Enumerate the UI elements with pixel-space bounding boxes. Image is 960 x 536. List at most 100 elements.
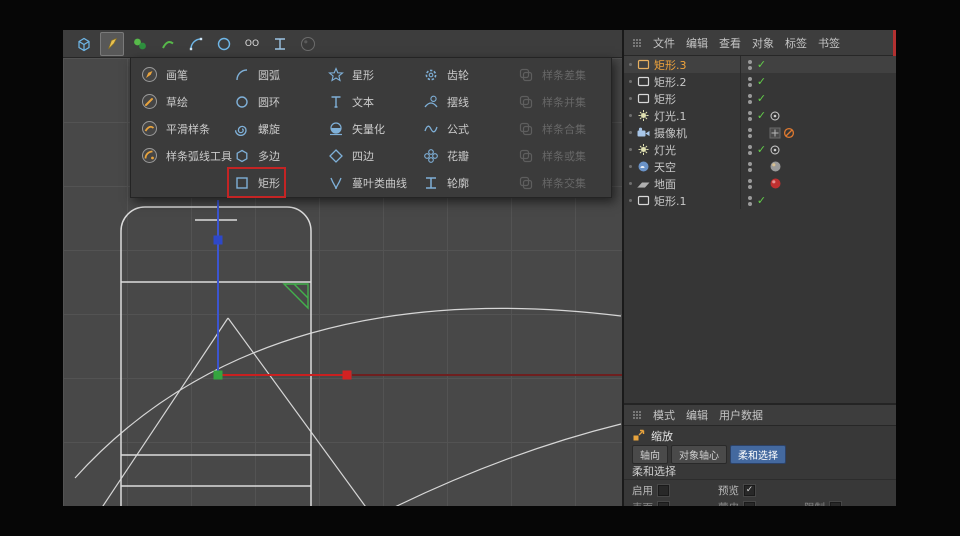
menu-item-sketch[interactable]: 草绘: [137, 88, 236, 115]
menu-item-spline-or[interactable]: 样条或集: [513, 142, 590, 169]
visibility-dots[interactable]: [745, 111, 754, 121]
menu-item-spline-arc-tool[interactable]: 样条弧线工具: [137, 142, 236, 169]
smooth-tool-icon[interactable]: [156, 32, 180, 56]
om-row-rect1[interactable]: 矩形.1 ✓: [624, 192, 896, 209]
profile-tool-icon[interactable]: [268, 32, 292, 56]
tag-area[interactable]: [769, 110, 821, 122]
oo-icon[interactable]: OO: [240, 32, 264, 56]
menu-item-pen[interactable]: 画笔: [137, 61, 236, 88]
visibility-dots[interactable]: [745, 60, 754, 70]
enabled-check-icon[interactable]: ✓: [754, 194, 769, 207]
menu-item-cycloid[interactable]: 摆线: [418, 88, 473, 115]
expand-dot[interactable]: [629, 80, 636, 83]
expand-dot[interactable]: [629, 199, 636, 202]
enabled-check-icon[interactable]: ✓: [754, 143, 769, 156]
tab-object-axis[interactable]: 对象轴心: [671, 445, 727, 464]
om-menu-bookmark[interactable]: 书签: [818, 35, 840, 51]
menu-item-helix[interactable]: 螺旋: [229, 115, 284, 142]
forbidden-tag-icon[interactable]: [783, 127, 795, 139]
visibility-dots[interactable]: [745, 77, 754, 87]
spline-circle-icon[interactable]: [212, 32, 236, 56]
visibility-dots[interactable]: [745, 162, 754, 172]
menu-item-rectangle[interactable]: 矩形: [229, 169, 284, 196]
expand-dot[interactable]: [629, 182, 636, 185]
menu-item-formula[interactable]: 公式: [418, 115, 473, 142]
menu-item-text[interactable]: 文本: [323, 88, 411, 115]
restrict-checkbox[interactable]: [830, 502, 841, 507]
option-preview[interactable]: 预览 ✓: [718, 483, 804, 497]
attr-menu-mode[interactable]: 模式: [653, 407, 675, 423]
crosshair-tag-icon[interactable]: [769, 127, 781, 139]
menu-item-profile[interactable]: 轮廓: [418, 169, 473, 196]
attr-menu-edit[interactable]: 编辑: [686, 407, 708, 423]
pen-tool-icon[interactable]: [100, 32, 124, 56]
preview-checkbox[interactable]: ✓: [744, 485, 755, 496]
om-menu-view[interactable]: 查看: [719, 35, 741, 51]
sphere-tool-icon[interactable]: [296, 32, 320, 56]
menu-item-spline-and[interactable]: 样条合集: [513, 115, 590, 142]
target-tag-icon[interactable]: [769, 144, 781, 156]
tab-soft-selection[interactable]: 柔和选择: [730, 445, 786, 464]
tag-area[interactable]: [769, 127, 821, 139]
tag-area[interactable]: [769, 177, 821, 190]
menu-item-cissoid[interactable]: 蔓叶类曲线: [323, 169, 411, 196]
om-row-sky[interactable]: 天空: [624, 158, 896, 175]
om-row-rect[interactable]: 矩形 ✓: [624, 90, 896, 107]
menu-item-foursided[interactable]: 四边: [323, 142, 411, 169]
menu-item-spline-difference[interactable]: 样条差集: [513, 61, 590, 88]
menu-item-ngon[interactable]: 多边: [229, 142, 284, 169]
enabled-check-icon[interactable]: ✓: [754, 75, 769, 88]
visibility-dots[interactable]: [745, 179, 754, 189]
option-restrict[interactable]: 限制: [804, 500, 890, 506]
menu-item-flower[interactable]: 花瓣: [418, 142, 473, 169]
sketch-tool-icon[interactable]: [128, 32, 152, 56]
origin-handle[interactable]: [214, 371, 223, 380]
visibility-dots[interactable]: [745, 128, 754, 138]
texture-tag-icon-red[interactable]: [769, 177, 782, 190]
tab-axis[interactable]: 轴向: [632, 445, 668, 464]
menu-item-gear[interactable]: 齿轮: [418, 61, 473, 88]
menu-item-spline-union[interactable]: 样条并集: [513, 88, 590, 115]
attr-menu-userdata[interactable]: 用户数据: [719, 407, 763, 423]
om-menu-file[interactable]: 文件: [653, 35, 675, 51]
menu-item-vectorizer[interactable]: 矢量化: [323, 115, 411, 142]
texture-tag-icon[interactable]: [769, 160, 782, 173]
tag-area[interactable]: [769, 160, 821, 173]
soft-selection-section-title[interactable]: 柔和选择: [624, 464, 896, 480]
skin-checkbox[interactable]: [744, 502, 755, 507]
visibility-dots[interactable]: [745, 196, 754, 206]
option-enable[interactable]: 启用: [632, 483, 718, 497]
expand-dot[interactable]: [629, 131, 636, 134]
surface-checkbox[interactable]: [658, 502, 669, 507]
axis-x-handle[interactable]: [343, 371, 352, 380]
visibility-dots[interactable]: [745, 94, 754, 104]
menu-item-arc[interactable]: 圆弧: [229, 61, 284, 88]
expand-dot[interactable]: [629, 97, 636, 100]
om-row-light[interactable]: 灯光 ✓: [624, 141, 896, 158]
spline-arc-icon[interactable]: [184, 32, 208, 56]
enable-checkbox[interactable]: [658, 485, 669, 496]
cube-icon[interactable]: [72, 32, 96, 56]
expand-dot[interactable]: [629, 114, 636, 117]
target-tag-icon[interactable]: [769, 110, 781, 122]
om-row-floor[interactable]: 地面: [624, 175, 896, 192]
om-row-light1[interactable]: 灯光.1 ✓: [624, 107, 896, 124]
om-menu-tag[interactable]: 标签: [785, 35, 807, 51]
expand-dot[interactable]: [629, 165, 636, 168]
menu-item-spline-intersect[interactable]: 样条交集: [513, 169, 590, 196]
om-menu-object[interactable]: 对象: [752, 35, 774, 51]
expand-dot[interactable]: [629, 63, 636, 66]
expand-dot[interactable]: [629, 148, 636, 151]
menu-item-circle[interactable]: 圆环: [229, 88, 284, 115]
enabled-check-icon[interactable]: ✓: [754, 109, 769, 122]
menu-item-smooth-spline[interactable]: 平滑样条: [137, 115, 236, 142]
om-row-camera[interactable]: 摄像机: [624, 124, 896, 141]
tag-area[interactable]: [769, 144, 821, 156]
om-row-rect2[interactable]: 矩形.2 ✓: [624, 73, 896, 90]
om-row-rect3[interactable]: 矩形.3 ✓: [624, 56, 896, 73]
om-menu-edit[interactable]: 编辑: [686, 35, 708, 51]
enabled-check-icon[interactable]: ✓: [754, 58, 769, 71]
option-surface[interactable]: 表面: [632, 500, 718, 506]
visibility-dots[interactable]: [745, 145, 754, 155]
menu-item-star[interactable]: 星形: [323, 61, 411, 88]
